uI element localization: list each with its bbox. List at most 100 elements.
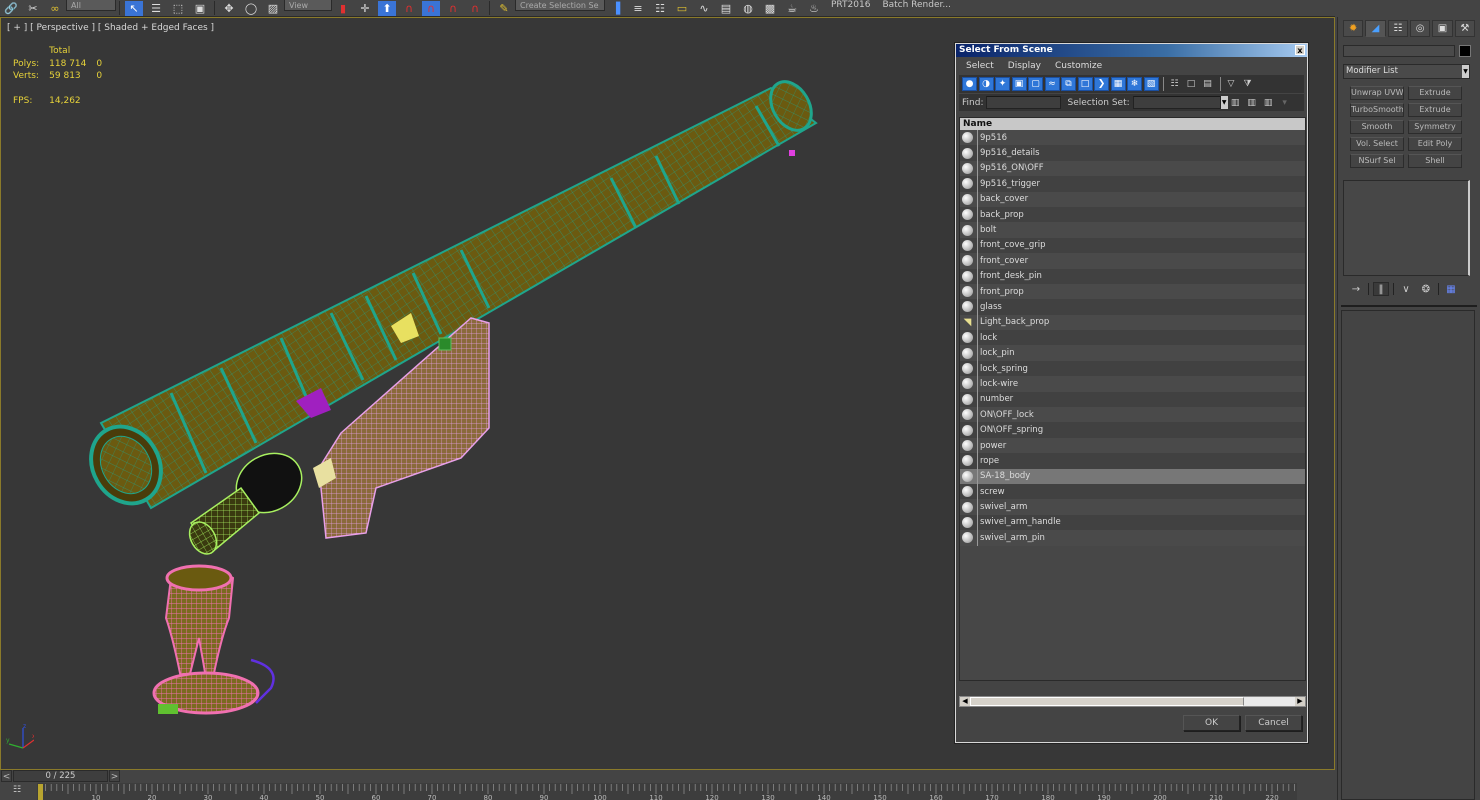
spacewarp-filter-icon[interactable]: ≈ [1044, 77, 1060, 91]
list-item[interactable]: bolt [960, 222, 1305, 238]
prt2016-label[interactable]: PRT2016 [831, 0, 870, 10]
filter-settings-icon[interactable]: ⧩ [1240, 77, 1255, 91]
schematic-view-icon[interactable]: ▤ [717, 1, 735, 16]
geometry-filter-icon[interactable]: ● [962, 77, 977, 91]
select-object-icon[interactable]: ↖ [125, 0, 143, 16]
list-item[interactable]: 9p516_details [960, 145, 1305, 161]
list-item[interactable]: lock [960, 330, 1305, 346]
link-icon[interactable]: 🔗 [2, 1, 20, 16]
list-item[interactable]: 9p516_ON\OFF [960, 160, 1305, 177]
bind-space-warp-icon[interactable]: ∞ [46, 1, 64, 16]
window-crossing-icon[interactable]: ▣ [191, 1, 209, 16]
modifier-edit-poly-button[interactable]: Edit Poly [1408, 137, 1462, 151]
modify-tab[interactable]: ◢ [1365, 20, 1386, 37]
display-all-icon[interactable]: ☷ [1167, 77, 1182, 91]
configure-modifier-sets-icon[interactable]: ▦ [1443, 282, 1459, 296]
create-tab[interactable]: ✹ [1343, 20, 1364, 37]
rendered-frame-icon[interactable]: ☕ [783, 1, 801, 16]
spinner-snap-icon[interactable]: ∩ [466, 1, 484, 16]
list-item[interactable]: 9p516_trigger [960, 176, 1305, 192]
list-item[interactable]: 9p516 [960, 130, 1305, 146]
list-item[interactable]: front_cove_grip [960, 237, 1305, 254]
hierarchy-tab[interactable]: ☷ [1387, 20, 1408, 37]
make-unique-icon[interactable]: ∨ [1398, 282, 1414, 296]
container-filter-icon[interactable]: ▦ [1110, 77, 1126, 91]
modifier-turbosmooth-button[interactable]: TurboSmooth [1350, 103, 1404, 117]
scene-object-list[interactable]: Name 9p516 9p516_details 9p516_ON\OFF 9p516… [959, 117, 1306, 681]
select-manipulate-icon[interactable]: ✛ [356, 1, 374, 16]
motion-tab[interactable]: ◎ [1409, 20, 1431, 37]
group-filter-icon[interactable]: ⧉ [1061, 77, 1076, 91]
snap-toggle-icon[interactable]: ∩ [400, 1, 418, 16]
ok-button[interactable]: OK [1183, 715, 1240, 731]
render-setup-icon[interactable]: ▩ [761, 1, 779, 16]
percent-snap-icon[interactable]: ∩ [444, 1, 462, 16]
column-header-name[interactable]: Name [960, 118, 1305, 130]
menu-display[interactable]: Display [1008, 61, 1041, 71]
list-item[interactable]: screw [960, 483, 1305, 500]
move-icon[interactable]: ✥ [220, 1, 238, 16]
object-color-swatch[interactable] [1459, 45, 1471, 57]
pink-marker[interactable] [789, 150, 795, 156]
chevron-down-icon[interactable]: ▼ [1220, 96, 1228, 109]
modifier-stack[interactable] [1343, 180, 1470, 276]
modifier-unwrap-uvw-button[interactable]: Unwrap UVW [1350, 86, 1404, 100]
align-icon[interactable]: ≡ [629, 1, 647, 16]
helper-filter-icon[interactable]: ▢ [1028, 77, 1043, 91]
render-icon[interactable]: ♨ [805, 1, 823, 16]
angle-snap-icon[interactable]: ∩ [422, 0, 440, 16]
unlink-icon[interactable]: ✂ [24, 1, 42, 16]
prev-frame-button[interactable]: < [1, 770, 12, 782]
open-mini-curve-editor-icon[interactable]: ☷ [3, 785, 31, 799]
hidden-filter-icon[interactable]: ▧ [1143, 77, 1159, 91]
remove-modifier-icon[interactable]: ❂ [1418, 282, 1434, 296]
next-frame-button[interactable]: > [109, 770, 120, 782]
list-item[interactable]: swivel_arm [960, 499, 1305, 515]
menu-select[interactable]: Select [966, 61, 994, 71]
material-editor-icon[interactable]: ◍ [739, 1, 757, 16]
use-pivot-icon[interactable]: ▮ [334, 1, 352, 16]
more-options-icon[interactable]: ▾ [1277, 96, 1292, 110]
select-set-icon[interactable]: ▥ [1228, 96, 1243, 110]
modifier-smooth-button[interactable]: Smooth [1350, 120, 1404, 134]
modifier-extrude-button-2[interactable]: Extrude [1408, 103, 1462, 117]
list-item[interactable]: lock_spring [960, 360, 1305, 377]
filter-icon[interactable]: ▽ [1224, 77, 1239, 91]
list-item[interactable]: front_desk_pin [960, 268, 1305, 284]
list-item[interactable]: lock_pin [960, 345, 1305, 361]
list-item[interactable]: lock-wire [960, 376, 1305, 392]
cancel-button[interactable]: Cancel [1245, 715, 1302, 731]
add-to-set-icon[interactable]: ▥ [1244, 96, 1259, 110]
list-item[interactable]: back_prop [960, 206, 1305, 223]
modifier-symmetry-button[interactable]: Symmetry [1408, 120, 1462, 134]
shape-filter-icon[interactable]: ◑ [978, 77, 994, 91]
scroll-left-icon[interactable]: ◀ [960, 697, 970, 706]
toggle-ribbon-icon[interactable]: ▭ [673, 1, 691, 16]
list-item[interactable]: front_cover [960, 253, 1305, 269]
curve-editor-icon[interactable]: ∿ [695, 1, 713, 16]
list-item[interactable]: ON\OFF_lock [960, 407, 1305, 423]
pin-stack-icon[interactable]: → [1348, 282, 1364, 296]
stand-mesh[interactable] [152, 564, 275, 715]
keyboard-shortcut-icon[interactable]: ⬆ [378, 0, 396, 16]
frozen-filter-icon[interactable]: ❄ [1127, 77, 1142, 91]
layer-explorer-icon[interactable]: ☷ [651, 1, 669, 16]
rotate-icon[interactable]: ◯ [242, 1, 260, 16]
viewport-label[interactable]: [ + ] [ Perspective ] [ Shaded + Edged F… [7, 23, 214, 33]
modifier-vol-select-button[interactable]: Vol. Select [1350, 137, 1404, 151]
dialog-titlebar[interactable]: Select From Scene x [956, 44, 1307, 57]
bone-filter-icon[interactable]: ❯ [1094, 77, 1109, 91]
batch-render-label[interactable]: Batch Render... [882, 0, 951, 10]
list-item[interactable]: power [960, 437, 1305, 454]
list-item[interactable]: front_prop [960, 283, 1305, 300]
modifier-shell-button[interactable]: Shell [1408, 154, 1462, 168]
scroll-thumb[interactable] [970, 697, 1244, 706]
list-item[interactable]: SA-18_body [960, 468, 1305, 484]
green-part[interactable] [438, 337, 452, 351]
utilities-tab[interactable]: ⚒ [1454, 20, 1475, 37]
selection-set-dropdown[interactable] [1132, 96, 1221, 109]
display-tab[interactable]: ▣ [1432, 20, 1453, 37]
track-bar[interactable]: ☷ 01020304050607080901001101201301401501… [0, 783, 1335, 800]
list-item[interactable]: swivel_arm_handle [960, 514, 1305, 531]
scroll-right-icon[interactable]: ▶ [1295, 697, 1305, 706]
